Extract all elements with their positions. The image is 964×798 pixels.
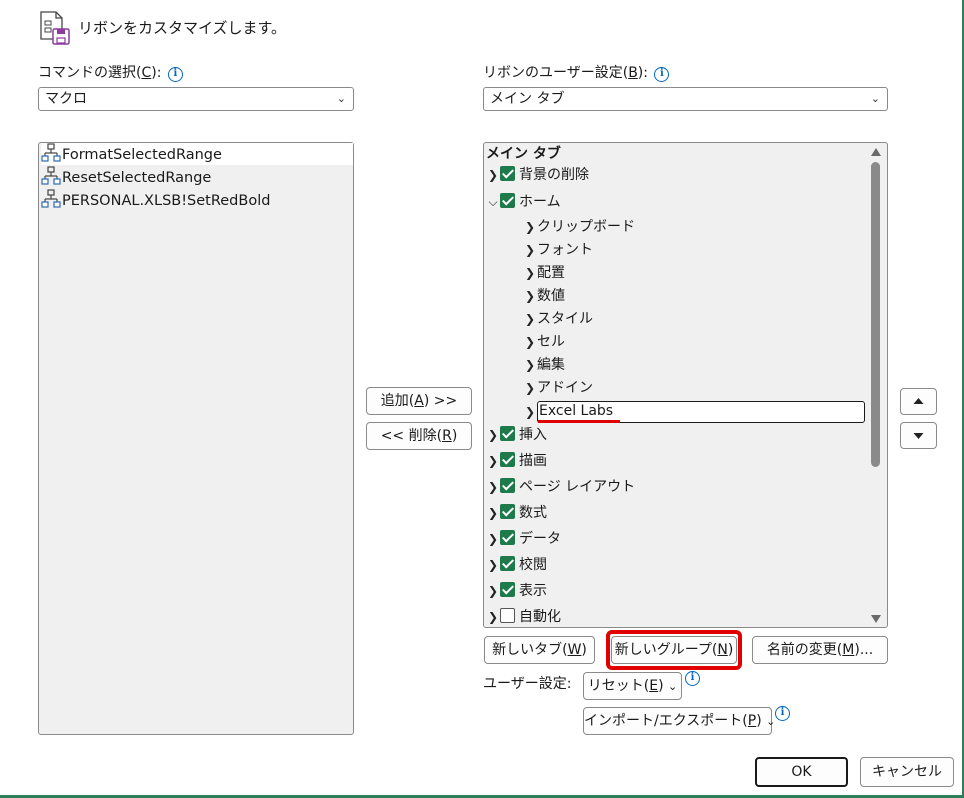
remove-button[interactable]: << 削除(R) <box>366 422 472 450</box>
tree-item-page-layout[interactable]: ❯ ページ レイアウト <box>486 476 635 498</box>
cancel-button[interactable]: キャンセル <box>860 757 954 787</box>
tree-group-font[interactable]: ❯ フォント <box>523 239 593 261</box>
tree-item-review[interactable]: ❯ 校閲 <box>486 554 547 576</box>
tab-checkbox[interactable] <box>500 426 515 441</box>
reset-button[interactable]: リセット(E) ⌄ <box>583 672 682 700</box>
chevron-right-icon[interactable]: ❯ <box>486 580 500 602</box>
tree-header: メイン タブ <box>486 146 561 162</box>
customize-ribbon-icon <box>38 9 72 45</box>
move-up-button[interactable] <box>900 388 937 415</box>
macro-icon <box>41 143 61 163</box>
chevron-down-icon: ⌄ <box>336 92 346 105</box>
chevron-right-icon[interactable]: ❯ <box>486 606 500 628</box>
chevron-right-icon[interactable]: ❯ <box>523 216 537 238</box>
tab-checkbox[interactable] <box>500 504 515 519</box>
scroll-down-icon[interactable] <box>871 615 881 623</box>
scrollbar-thumb[interactable] <box>871 162 880 467</box>
chevron-right-icon[interactable]: ❯ <box>486 424 500 446</box>
tab-checkbox[interactable] <box>500 582 515 597</box>
user-settings-label: ユーザー設定: <box>483 676 572 692</box>
info-icon[interactable]: i <box>775 706 790 721</box>
tab-checkbox[interactable] <box>500 608 515 623</box>
chevron-right-icon[interactable]: ❯ <box>523 285 537 307</box>
macro-list[interactable]: FormatSelectedRange ResetSelectedRange P… <box>38 142 354 735</box>
tree-group-excel-labs[interactable]: ❯ <box>523 401 537 423</box>
chevron-right-icon[interactable]: ❯ <box>486 528 500 550</box>
command-source-select[interactable]: マクロ ⌄ <box>38 87 354 111</box>
list-item[interactable]: FormatSelectedRange <box>41 143 353 165</box>
list-item[interactable]: ResetSelectedRange <box>41 166 353 188</box>
tree-group-cells[interactable]: ❯ セル <box>523 331 565 353</box>
chevron-right-icon[interactable]: ❯ <box>523 239 537 261</box>
move-down-button[interactable] <box>900 422 937 449</box>
tab-checkbox[interactable] <box>500 530 515 545</box>
chevron-right-icon[interactable]: ❯ <box>523 308 537 330</box>
tree-group-alignment[interactable]: ❯ 配置 <box>523 262 565 284</box>
chevron-down-icon: ⌄ <box>766 715 776 728</box>
tab-checkbox[interactable] <box>500 193 515 208</box>
highlight-underline <box>538 420 620 423</box>
chevron-down-icon: ⌄ <box>668 680 678 693</box>
tree-item-background-removal[interactable]: ❯ 背景の削除 <box>486 164 589 186</box>
highlight-frame <box>606 630 742 670</box>
dialog-heading: リボンをカスタマイズします。 <box>78 19 287 37</box>
scroll-up-icon[interactable] <box>871 148 881 156</box>
chevron-right-icon[interactable]: ❯ <box>523 401 537 423</box>
tree-item-data[interactable]: ❯ データ <box>486 528 561 550</box>
chevron-right-icon[interactable]: ❯ <box>486 164 500 186</box>
ok-button[interactable]: OK <box>755 757 848 787</box>
chevron-right-icon[interactable]: ❯ <box>486 476 500 498</box>
new-tab-button[interactable]: 新しいタブ(W) <box>484 636 595 664</box>
chevron-right-icon[interactable]: ❯ <box>486 502 500 524</box>
ribbon-tab-select[interactable]: メイン タブ ⌄ <box>483 87 888 111</box>
tab-checkbox[interactable] <box>500 556 515 571</box>
tree-group-style[interactable]: ❯ スタイル <box>523 308 593 330</box>
tree-item-formulas[interactable]: ❯ 数式 <box>486 502 547 524</box>
rename-button[interactable]: 名前の変更(M)... <box>752 636 888 664</box>
macro-icon <box>41 166 61 186</box>
chevron-right-icon[interactable]: ❯ <box>523 354 537 376</box>
chevron-down-icon[interactable]: ⌵ <box>486 191 500 213</box>
tree-item-view[interactable]: ❯ 表示 <box>486 580 547 602</box>
tab-checkbox[interactable] <box>500 452 515 467</box>
tab-checkbox[interactable] <box>500 478 515 493</box>
tree-group-clipboard[interactable]: ❯ クリップボード <box>523 216 635 238</box>
info-icon[interactable]: i <box>685 671 700 686</box>
info-icon[interactable]: i <box>654 67 670 82</box>
tree-item-insert[interactable]: ❯ 挿入 <box>486 424 547 446</box>
chevron-right-icon[interactable]: ❯ <box>486 554 500 576</box>
tree-group-edit[interactable]: ❯ 編集 <box>523 354 565 376</box>
chevron-right-icon[interactable]: ❯ <box>486 450 500 472</box>
chevron-right-icon[interactable]: ❯ <box>523 331 537 353</box>
triangle-up-icon <box>913 398 924 404</box>
chevron-right-icon[interactable]: ❯ <box>523 262 537 284</box>
tree-item-draw[interactable]: ❯ 描画 <box>486 450 547 472</box>
triangle-down-icon <box>913 433 924 439</box>
tree-scrollbar[interactable] <box>868 144 884 626</box>
command-source-label: コマンドの選択(C): i <box>38 62 183 82</box>
chevron-right-icon[interactable]: ❯ <box>523 377 537 399</box>
info-icon[interactable]: i <box>167 67 183 82</box>
macro-icon <box>41 189 61 209</box>
ribbon-customize-label: リボンのユーザー設定(B): i <box>483 62 670 82</box>
chevron-down-icon: ⌄ <box>870 92 880 105</box>
tree-group-number[interactable]: ❯ 数値 <box>523 285 565 307</box>
tree-item-automate[interactable]: ❯ 自動化 <box>486 606 561 628</box>
tree-item-home[interactable]: ⌵ ホーム <box>486 191 561 213</box>
tab-checkbox[interactable] <box>500 166 515 181</box>
add-button[interactable]: 追加(A) >> <box>366 387 472 415</box>
tree-group-addin[interactable]: ❯ アドイン <box>523 377 593 399</box>
list-item[interactable]: PERSONAL.XLSB!SetRedBold <box>41 189 353 211</box>
import-export-button[interactable]: インポート/エクスポート(P) ⌄ <box>583 707 776 735</box>
